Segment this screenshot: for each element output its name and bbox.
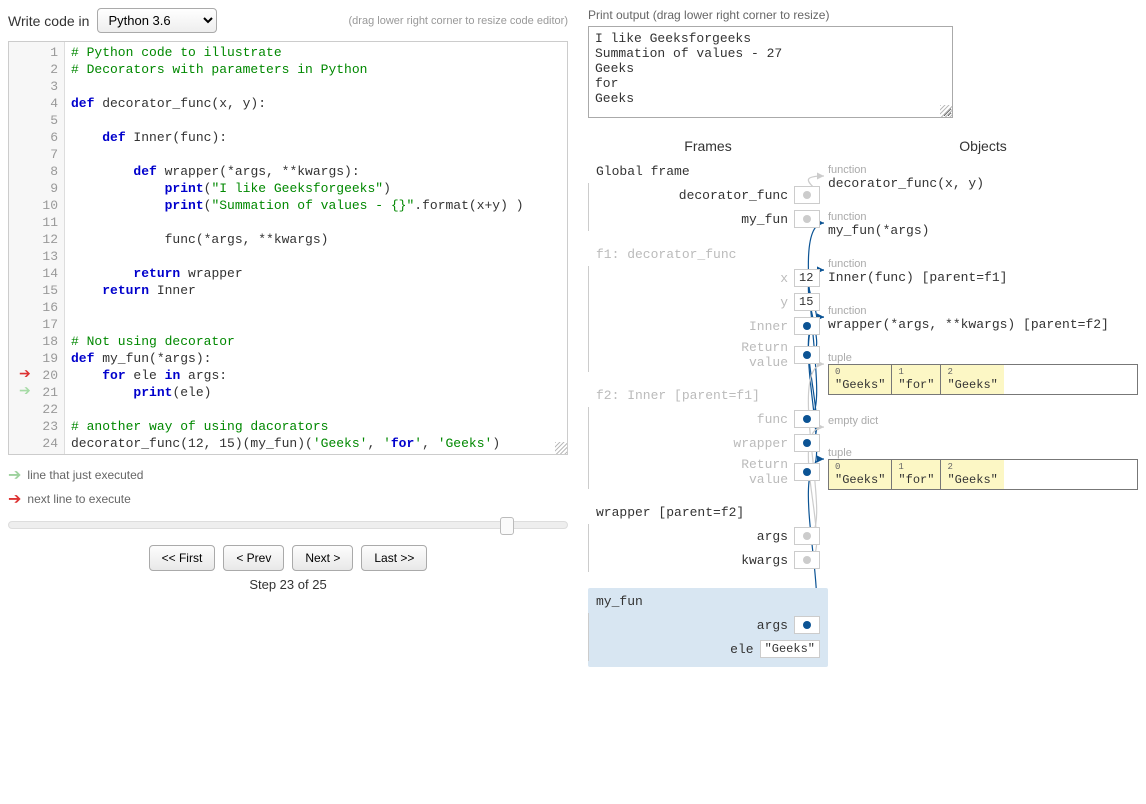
resize-hint: (drag lower right corner to resize code … bbox=[349, 15, 568, 27]
object-item: functionInner(func) [parent=f1] bbox=[828, 258, 1138, 285]
frame-box: f2: Inner [parent=f1] funcwrapperReturnva… bbox=[588, 388, 828, 489]
frame-var-row: y15 bbox=[589, 290, 828, 314]
frame-var-row: ele"Geeks" bbox=[589, 637, 828, 661]
frame-box: Global frame decorator_funcmy_fun bbox=[588, 164, 828, 231]
pointer-dot-icon bbox=[803, 191, 811, 199]
object-item: functiondecorator_func(x, y) bbox=[828, 164, 1138, 191]
resize-handle-icon[interactable] bbox=[555, 442, 567, 454]
viz-area: Global framedecorator_funcmy_funf1: deco… bbox=[588, 164, 1138, 683]
code-body[interactable]: # Python code to illustrate# Decorators … bbox=[65, 42, 567, 454]
frame-box: wrapper [parent=f2] argskwargs bbox=[588, 505, 828, 572]
object-item: functionwrapper(*args, **kwargs) [parent… bbox=[828, 305, 1138, 332]
frame-var-row: args bbox=[589, 613, 828, 637]
write-code-label: Write code in bbox=[8, 13, 89, 29]
pointer-dot-icon bbox=[803, 468, 811, 476]
frame-title: my_fun bbox=[588, 594, 828, 609]
last-button[interactable]: Last >> bbox=[361, 545, 427, 571]
frame-var-row: my_fun bbox=[589, 207, 828, 231]
editor-header: Write code in Python 3.6 (drag lower rig… bbox=[8, 8, 568, 33]
pointer-dot-icon bbox=[803, 556, 811, 564]
objects-header: Objects bbox=[828, 138, 1138, 154]
language-select[interactable]: Python 3.6 bbox=[97, 8, 217, 33]
frame-var-row: wrapper bbox=[589, 431, 828, 455]
prev-button[interactable]: < Prev bbox=[223, 545, 284, 571]
arrow-red-icon: ➔ bbox=[8, 489, 21, 509]
frames-column: Global framedecorator_funcmy_funf1: deco… bbox=[588, 164, 828, 683]
object-item: tuple0"Geeks"1"for"2"Geeks" bbox=[828, 447, 1138, 490]
output-box[interactable]: I like Geeksforgeeks Summation of values… bbox=[588, 26, 953, 118]
frame-var-row: Returnvalue bbox=[589, 338, 828, 372]
step-slider[interactable] bbox=[8, 521, 568, 529]
viz-header: Frames Objects bbox=[588, 138, 1138, 154]
arrow-green-icon: ➔ bbox=[8, 465, 21, 485]
legend-red-text: next line to execute bbox=[27, 492, 130, 506]
pointer-dot-icon bbox=[803, 322, 811, 330]
frame-var-row: x12 bbox=[589, 266, 828, 290]
object-item: empty dict bbox=[828, 415, 1138, 427]
first-button[interactable]: << First bbox=[149, 545, 216, 571]
frame-var-row: kwargs bbox=[589, 548, 828, 572]
frame-var-row: args bbox=[589, 524, 828, 548]
frame-title: wrapper [parent=f2] bbox=[588, 505, 828, 520]
frame-title: f2: Inner [parent=f1] bbox=[588, 388, 828, 403]
pointer-dot-icon bbox=[803, 415, 811, 423]
frame-title: Global frame bbox=[588, 164, 828, 179]
line-gutter: 123456789101112131415161718192021222324 bbox=[9, 42, 65, 454]
legend-green-text: line that just executed bbox=[27, 468, 143, 482]
pointer-dot-icon bbox=[803, 351, 811, 359]
frame-var-row: Returnvalue bbox=[589, 455, 828, 489]
object-item: tuple0"Geeks"1"for"2"Geeks" bbox=[828, 352, 1138, 395]
resize-handle-icon[interactable] bbox=[940, 105, 952, 117]
step-label: Step 23 of 25 bbox=[8, 577, 568, 592]
frames-header: Frames bbox=[588, 138, 828, 154]
frame-var-row: decorator_func bbox=[589, 183, 828, 207]
pointer-dot-icon bbox=[803, 215, 811, 223]
object-item: functionmy_fun(*args) bbox=[828, 211, 1138, 238]
frame-title: f1: decorator_func bbox=[588, 247, 828, 262]
objects-column: functiondecorator_func(x, y) functionmy_f… bbox=[828, 164, 1138, 683]
code-editor[interactable]: 123456789101112131415161718192021222324 … bbox=[8, 41, 568, 455]
next-button[interactable]: Next > bbox=[292, 545, 353, 571]
frame-var-row: func bbox=[589, 407, 828, 431]
slider-thumb[interactable] bbox=[500, 517, 514, 535]
frame-box: my_funargsele"Geeks" bbox=[588, 588, 828, 667]
frame-var-row: Inner bbox=[589, 314, 828, 338]
pointer-dot-icon bbox=[803, 439, 811, 447]
frame-box: f1: decorator_func x12y15InnerReturnvalue bbox=[588, 247, 828, 372]
output-label: Print output (drag lower right corner to… bbox=[588, 8, 1138, 22]
pointer-dot-icon bbox=[803, 532, 811, 540]
pointer-dot-icon bbox=[803, 621, 811, 629]
arrow-legend: ➔ line that just executed ➔ next line to… bbox=[8, 465, 568, 509]
